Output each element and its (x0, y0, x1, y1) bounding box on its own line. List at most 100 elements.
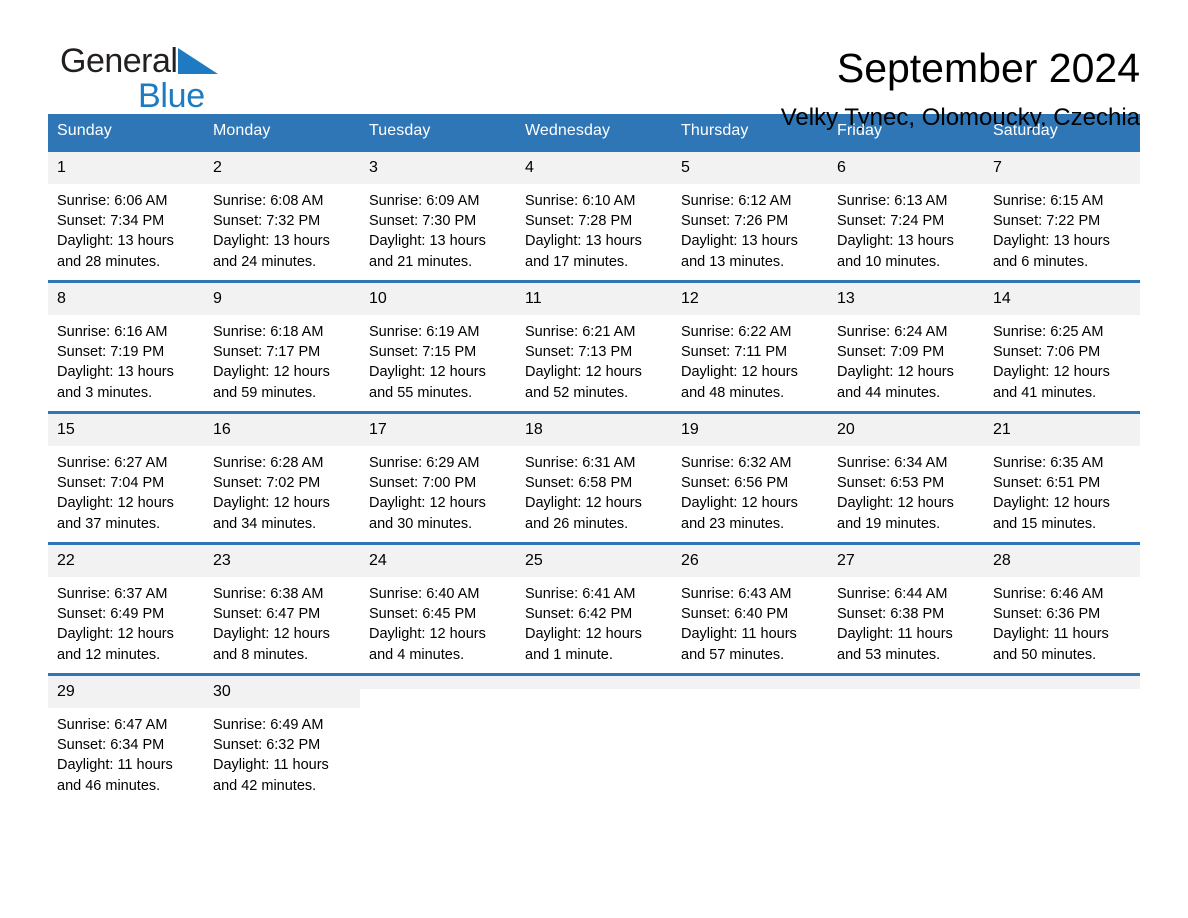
daylight-duration-line2: and 44 minutes. (837, 384, 941, 401)
calendar-day-cell[interactable]: 10 Sunrise: 6:19 AM Sunset: 7:15 PM Dayligh… (360, 282, 516, 413)
daylight-duration-line1: Daylight: 13 hours (57, 233, 174, 250)
day-number: 28 (984, 545, 1140, 577)
daylight-duration-line1: Daylight: 11 hours (681, 626, 797, 643)
calendar-day-cell[interactable]: 14 Sunrise: 6:25 AM Sunset: 7:06 PM Dayligh… (984, 282, 1140, 413)
sunset-time: Sunset: 6:32 PM (213, 737, 321, 754)
day-details: Sunrise: 6:10 AM Sunset: 7:28 PM Daylight:… (516, 184, 672, 272)
daylight-duration-line2: and 15 minutes. (993, 515, 1097, 532)
day-details: Sunrise: 6:16 AM Sunset: 7:19 PM Daylight:… (48, 315, 204, 403)
sunrise-time: Sunrise: 6:15 AM (993, 193, 1104, 209)
sunset-time: Sunset: 7:22 PM (993, 213, 1101, 230)
sunset-time: Sunset: 6:45 PM (369, 606, 477, 623)
daylight-duration-line1: Daylight: 12 hours (525, 626, 642, 643)
sunset-time: Sunset: 7:34 PM (57, 213, 165, 230)
daylight-duration-line2: and 41 minutes. (993, 384, 1097, 401)
day-details: Sunrise: 6:12 AM Sunset: 7:26 PM Daylight:… (672, 184, 828, 272)
day-number: 29 (48, 676, 204, 708)
day-number (360, 676, 516, 689)
sunset-time: Sunset: 7:06 PM (993, 344, 1101, 361)
calendar-day-cell[interactable]: 26 Sunrise: 6:43 AM Sunset: 6:40 PM Dayligh… (672, 544, 828, 675)
day-number (516, 676, 672, 689)
daylight-duration-line1: Daylight: 12 hours (369, 626, 486, 643)
daylight-duration-line1: Daylight: 12 hours (993, 495, 1110, 512)
calendar-day-cell[interactable]: 20 Sunrise: 6:34 AM Sunset: 6:53 PM Dayligh… (828, 413, 984, 544)
daylight-duration-line2: and 8 minutes. (213, 646, 309, 663)
generalblue-logo[interactable]: General Blue (48, 44, 308, 124)
daylight-duration-line1: Daylight: 11 hours (213, 757, 329, 774)
day-number: 11 (516, 283, 672, 315)
calendar-day-cell[interactable]: 22 Sunrise: 6:37 AM Sunset: 6:49 PM Dayligh… (48, 544, 204, 675)
daylight-duration-line2: and 46 minutes. (57, 777, 161, 794)
daylight-duration-line1: Daylight: 12 hours (681, 495, 798, 512)
day-number: 19 (672, 414, 828, 446)
calendar-day-cell[interactable]: 25 Sunrise: 6:41 AM Sunset: 6:42 PM Dayligh… (516, 544, 672, 675)
sunrise-time: Sunrise: 6:28 AM (213, 455, 324, 471)
daylight-duration-line1: Daylight: 13 hours (993, 233, 1110, 250)
sunset-time: Sunset: 7:19 PM (57, 344, 165, 361)
calendar-day-cell[interactable]: 5 Sunrise: 6:12 AM Sunset: 7:26 PM Daylight… (672, 151, 828, 282)
calendar-day-cell[interactable]: 29 Sunrise: 6:47 AM Sunset: 6:34 PM Dayligh… (48, 675, 204, 806)
daylight-duration-line2: and 23 minutes. (681, 515, 785, 532)
day-details: Sunrise: 6:44 AM Sunset: 6:38 PM Daylight:… (828, 577, 984, 665)
day-number: 5 (672, 152, 828, 184)
calendar-day-cell[interactable]: 7 Sunrise: 6:15 AM Sunset: 7:22 PM Daylight… (984, 151, 1140, 282)
daylight-duration-line1: Daylight: 12 hours (213, 495, 330, 512)
calendar-day-cell[interactable]: 17 Sunrise: 6:29 AM Sunset: 7:00 PM Dayligh… (360, 413, 516, 544)
sunrise-time: Sunrise: 6:34 AM (837, 455, 948, 471)
calendar-week-row: 29 Sunrise: 6:47 AM Sunset: 6:34 PM Dayligh… (48, 674, 1140, 806)
calendar-day-cell[interactable]: 21 Sunrise: 6:35 AM Sunset: 6:51 PM Dayligh… (984, 413, 1140, 544)
calendar-day-cell[interactable]: 19 Sunrise: 6:32 AM Sunset: 6:56 PM Dayligh… (672, 413, 828, 544)
day-details: Sunrise: 6:27 AM Sunset: 7:04 PM Daylight:… (48, 446, 204, 534)
calendar-day-cell-empty (360, 675, 516, 806)
daylight-duration-line1: Daylight: 12 hours (369, 364, 486, 381)
sunset-time: Sunset: 7:04 PM (57, 475, 165, 492)
day-number: 6 (828, 152, 984, 184)
sunset-time: Sunset: 7:09 PM (837, 344, 945, 361)
sunset-time: Sunset: 7:11 PM (681, 344, 788, 361)
calendar-day-cell[interactable]: 24 Sunrise: 6:40 AM Sunset: 6:45 PM Dayligh… (360, 544, 516, 675)
day-details: Sunrise: 6:19 AM Sunset: 7:15 PM Daylight:… (360, 315, 516, 403)
sunrise-time: Sunrise: 6:46 AM (993, 586, 1104, 602)
calendar-day-cell[interactable]: 23 Sunrise: 6:38 AM Sunset: 6:47 PM Dayligh… (204, 544, 360, 675)
calendar-page: General Blue September 2024 Velky Tynec,… (0, 0, 1188, 918)
day-details: Sunrise: 6:28 AM Sunset: 7:02 PM Daylight:… (204, 446, 360, 534)
calendar-day-cell-empty (516, 675, 672, 806)
calendar-day-cell[interactable]: 16 Sunrise: 6:28 AM Sunset: 7:02 PM Dayligh… (204, 413, 360, 544)
calendar-day-cell[interactable]: 12 Sunrise: 6:22 AM Sunset: 7:11 PM Dayligh… (672, 282, 828, 413)
calendar-day-cell[interactable]: 3 Sunrise: 6:09 AM Sunset: 7:30 PM Daylight… (360, 151, 516, 282)
daylight-duration-line1: Daylight: 13 hours (525, 233, 642, 250)
calendar-day-cell[interactable]: 15 Sunrise: 6:27 AM Sunset: 7:04 PM Dayligh… (48, 413, 204, 544)
calendar-day-cell[interactable]: 1 Sunrise: 6:06 AM Sunset: 7:34 PM Daylight… (48, 151, 204, 282)
calendar-day-cell[interactable]: 30 Sunrise: 6:49 AM Sunset: 6:32 PM Dayligh… (204, 675, 360, 806)
daylight-duration-line1: Daylight: 12 hours (837, 364, 954, 381)
day-number: 1 (48, 152, 204, 184)
day-details: Sunrise: 6:18 AM Sunset: 7:17 PM Daylight:… (204, 315, 360, 403)
sunrise-time: Sunrise: 6:47 AM (57, 717, 168, 733)
calendar-day-cell[interactable]: 6 Sunrise: 6:13 AM Sunset: 7:24 PM Daylight… (828, 151, 984, 282)
calendar-day-cell-empty (984, 675, 1140, 806)
day-number: 12 (672, 283, 828, 315)
daylight-duration-line2: and 19 minutes. (837, 515, 941, 532)
calendar-day-cell[interactable]: 4 Sunrise: 6:10 AM Sunset: 7:28 PM Daylight… (516, 151, 672, 282)
day-details: Sunrise: 6:38 AM Sunset: 6:47 PM Daylight:… (204, 577, 360, 665)
calendar-day-cell[interactable]: 2 Sunrise: 6:08 AM Sunset: 7:32 PM Daylight… (204, 151, 360, 282)
sunrise-time: Sunrise: 6:13 AM (837, 193, 948, 209)
calendar-day-cell[interactable]: 27 Sunrise: 6:44 AM Sunset: 6:38 PM Dayligh… (828, 544, 984, 675)
calendar-day-cell[interactable]: 13 Sunrise: 6:24 AM Sunset: 7:09 PM Dayligh… (828, 282, 984, 413)
daylight-duration-line2: and 53 minutes. (837, 646, 941, 663)
daylight-duration-line1: Daylight: 12 hours (213, 626, 330, 643)
calendar-day-cell[interactable]: 28 Sunrise: 6:46 AM Sunset: 6:36 PM Dayligh… (984, 544, 1140, 675)
daylight-duration-line2: and 10 minutes. (837, 253, 941, 270)
calendar-day-cell[interactable]: 8 Sunrise: 6:16 AM Sunset: 7:19 PM Daylight… (48, 282, 204, 413)
daylight-duration-line1: Daylight: 11 hours (57, 757, 173, 774)
daylight-duration-line2: and 1 minute. (525, 646, 613, 663)
sunrise-time: Sunrise: 6:21 AM (525, 324, 636, 340)
calendar-day-cell[interactable]: 11 Sunrise: 6:21 AM Sunset: 7:13 PM Dayligh… (516, 282, 672, 413)
calendar-day-cell[interactable]: 18 Sunrise: 6:31 AM Sunset: 6:58 PM Dayligh… (516, 413, 672, 544)
day-details: Sunrise: 6:32 AM Sunset: 6:56 PM Daylight:… (672, 446, 828, 534)
sunset-time: Sunset: 7:28 PM (525, 213, 633, 230)
calendar-day-cell[interactable]: 9 Sunrise: 6:18 AM Sunset: 7:17 PM Daylight… (204, 282, 360, 413)
sunset-time: Sunset: 6:36 PM (993, 606, 1101, 623)
sunrise-time: Sunrise: 6:27 AM (57, 455, 168, 471)
daylight-duration-line1: Daylight: 12 hours (681, 364, 798, 381)
